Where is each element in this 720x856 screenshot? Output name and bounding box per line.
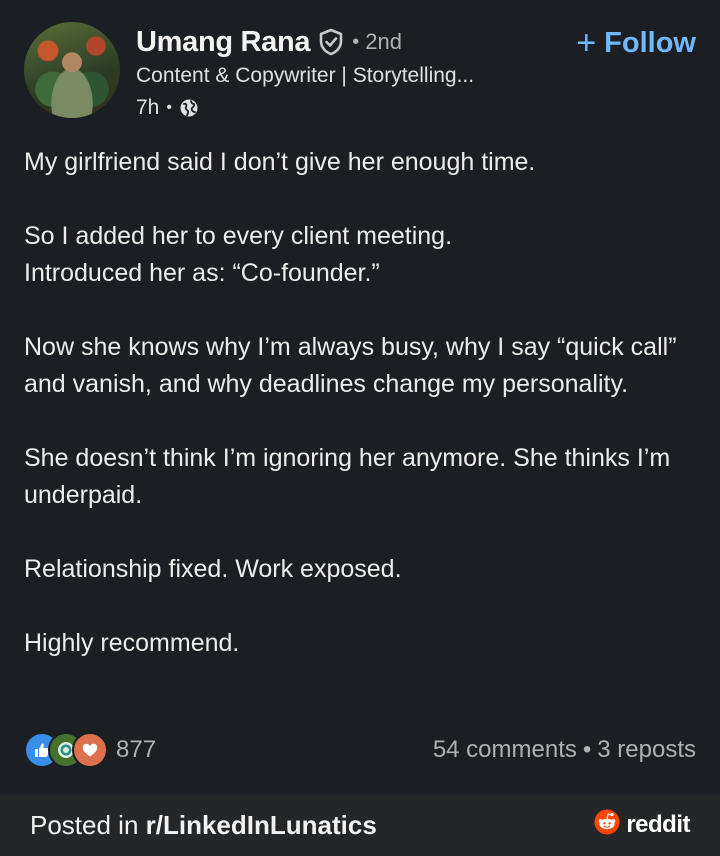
plus-icon: + [576, 24, 597, 62]
reaction-icons [24, 732, 108, 768]
post-paragraph: Relationship fixed. Work exposed. [24, 555, 402, 583]
post-paragraph: Now she knows why I’m always busy, why I… [24, 333, 677, 398]
post-meta: 7h • [136, 96, 199, 120]
posted-prefix: Posted in [30, 810, 146, 840]
subreddit-name[interactable]: r/LinkedInLunatics [146, 810, 377, 840]
post-body: My girlfriend said I don’t give her enou… [24, 144, 704, 699]
post-paragraph: My girlfriend said I don’t give her enou… [24, 148, 536, 176]
reddit-wordmark: reddit [626, 810, 690, 838]
author-name-row: Umang Rana • 2nd [136, 24, 402, 60]
reposts-link[interactable]: 3 reposts [597, 736, 696, 763]
reddit-snoo-icon [594, 809, 620, 840]
author-name[interactable]: Umang Rana [136, 26, 311, 59]
follow-button[interactable]: + Follow [576, 26, 696, 60]
social-counts: 54 comments • 3 reposts [433, 736, 696, 764]
post-paragraph: So I added her to every client meeting. … [24, 222, 453, 287]
reaction-count: 877 [116, 736, 157, 763]
posted-in-text: Posted in r/LinkedInLunatics [30, 810, 377, 841]
separator-dot: • [352, 30, 360, 53]
author-headline: Content & Copywriter | Storytelling... [136, 64, 475, 87]
verified-shield-icon [318, 28, 344, 56]
comments-link[interactable]: 54 comments [433, 736, 577, 763]
separator-dot: • [166, 99, 172, 116]
follow-label: Follow [604, 26, 696, 59]
reactions-summary[interactable]: 877 [24, 732, 156, 768]
connection-degree: 2nd [365, 29, 402, 54]
post-time: 7h [136, 96, 160, 119]
love-icon [72, 732, 108, 768]
reddit-footer: Posted in r/LinkedInLunatics reddit [0, 794, 720, 856]
globe-icon [179, 98, 199, 118]
reddit-logo[interactable]: reddit [594, 809, 690, 840]
author-avatar[interactable] [24, 22, 120, 118]
linkedin-post: Umang Rana • 2nd Content & Copywriter | … [0, 0, 720, 794]
post-paragraph: Highly recommend. [24, 629, 240, 657]
separator-dot: • [582, 736, 592, 763]
post-paragraph: She doesn’t think I’m ignoring her anymo… [24, 444, 671, 509]
